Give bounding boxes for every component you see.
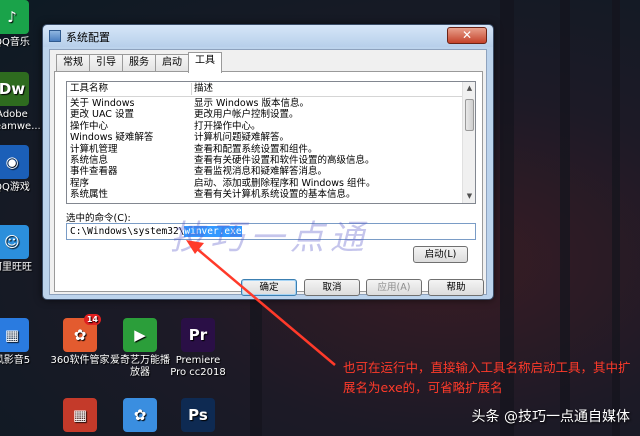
annotation-text: 也可在运行中，直接输入工具名称启动工具，其中扩展名为exe的，可省略扩展名 <box>343 360 631 395</box>
tab-工具[interactable]: 工具 <box>188 52 222 73</box>
brand-watermark: 头条 @技巧一点通自媒体 <box>471 409 630 425</box>
